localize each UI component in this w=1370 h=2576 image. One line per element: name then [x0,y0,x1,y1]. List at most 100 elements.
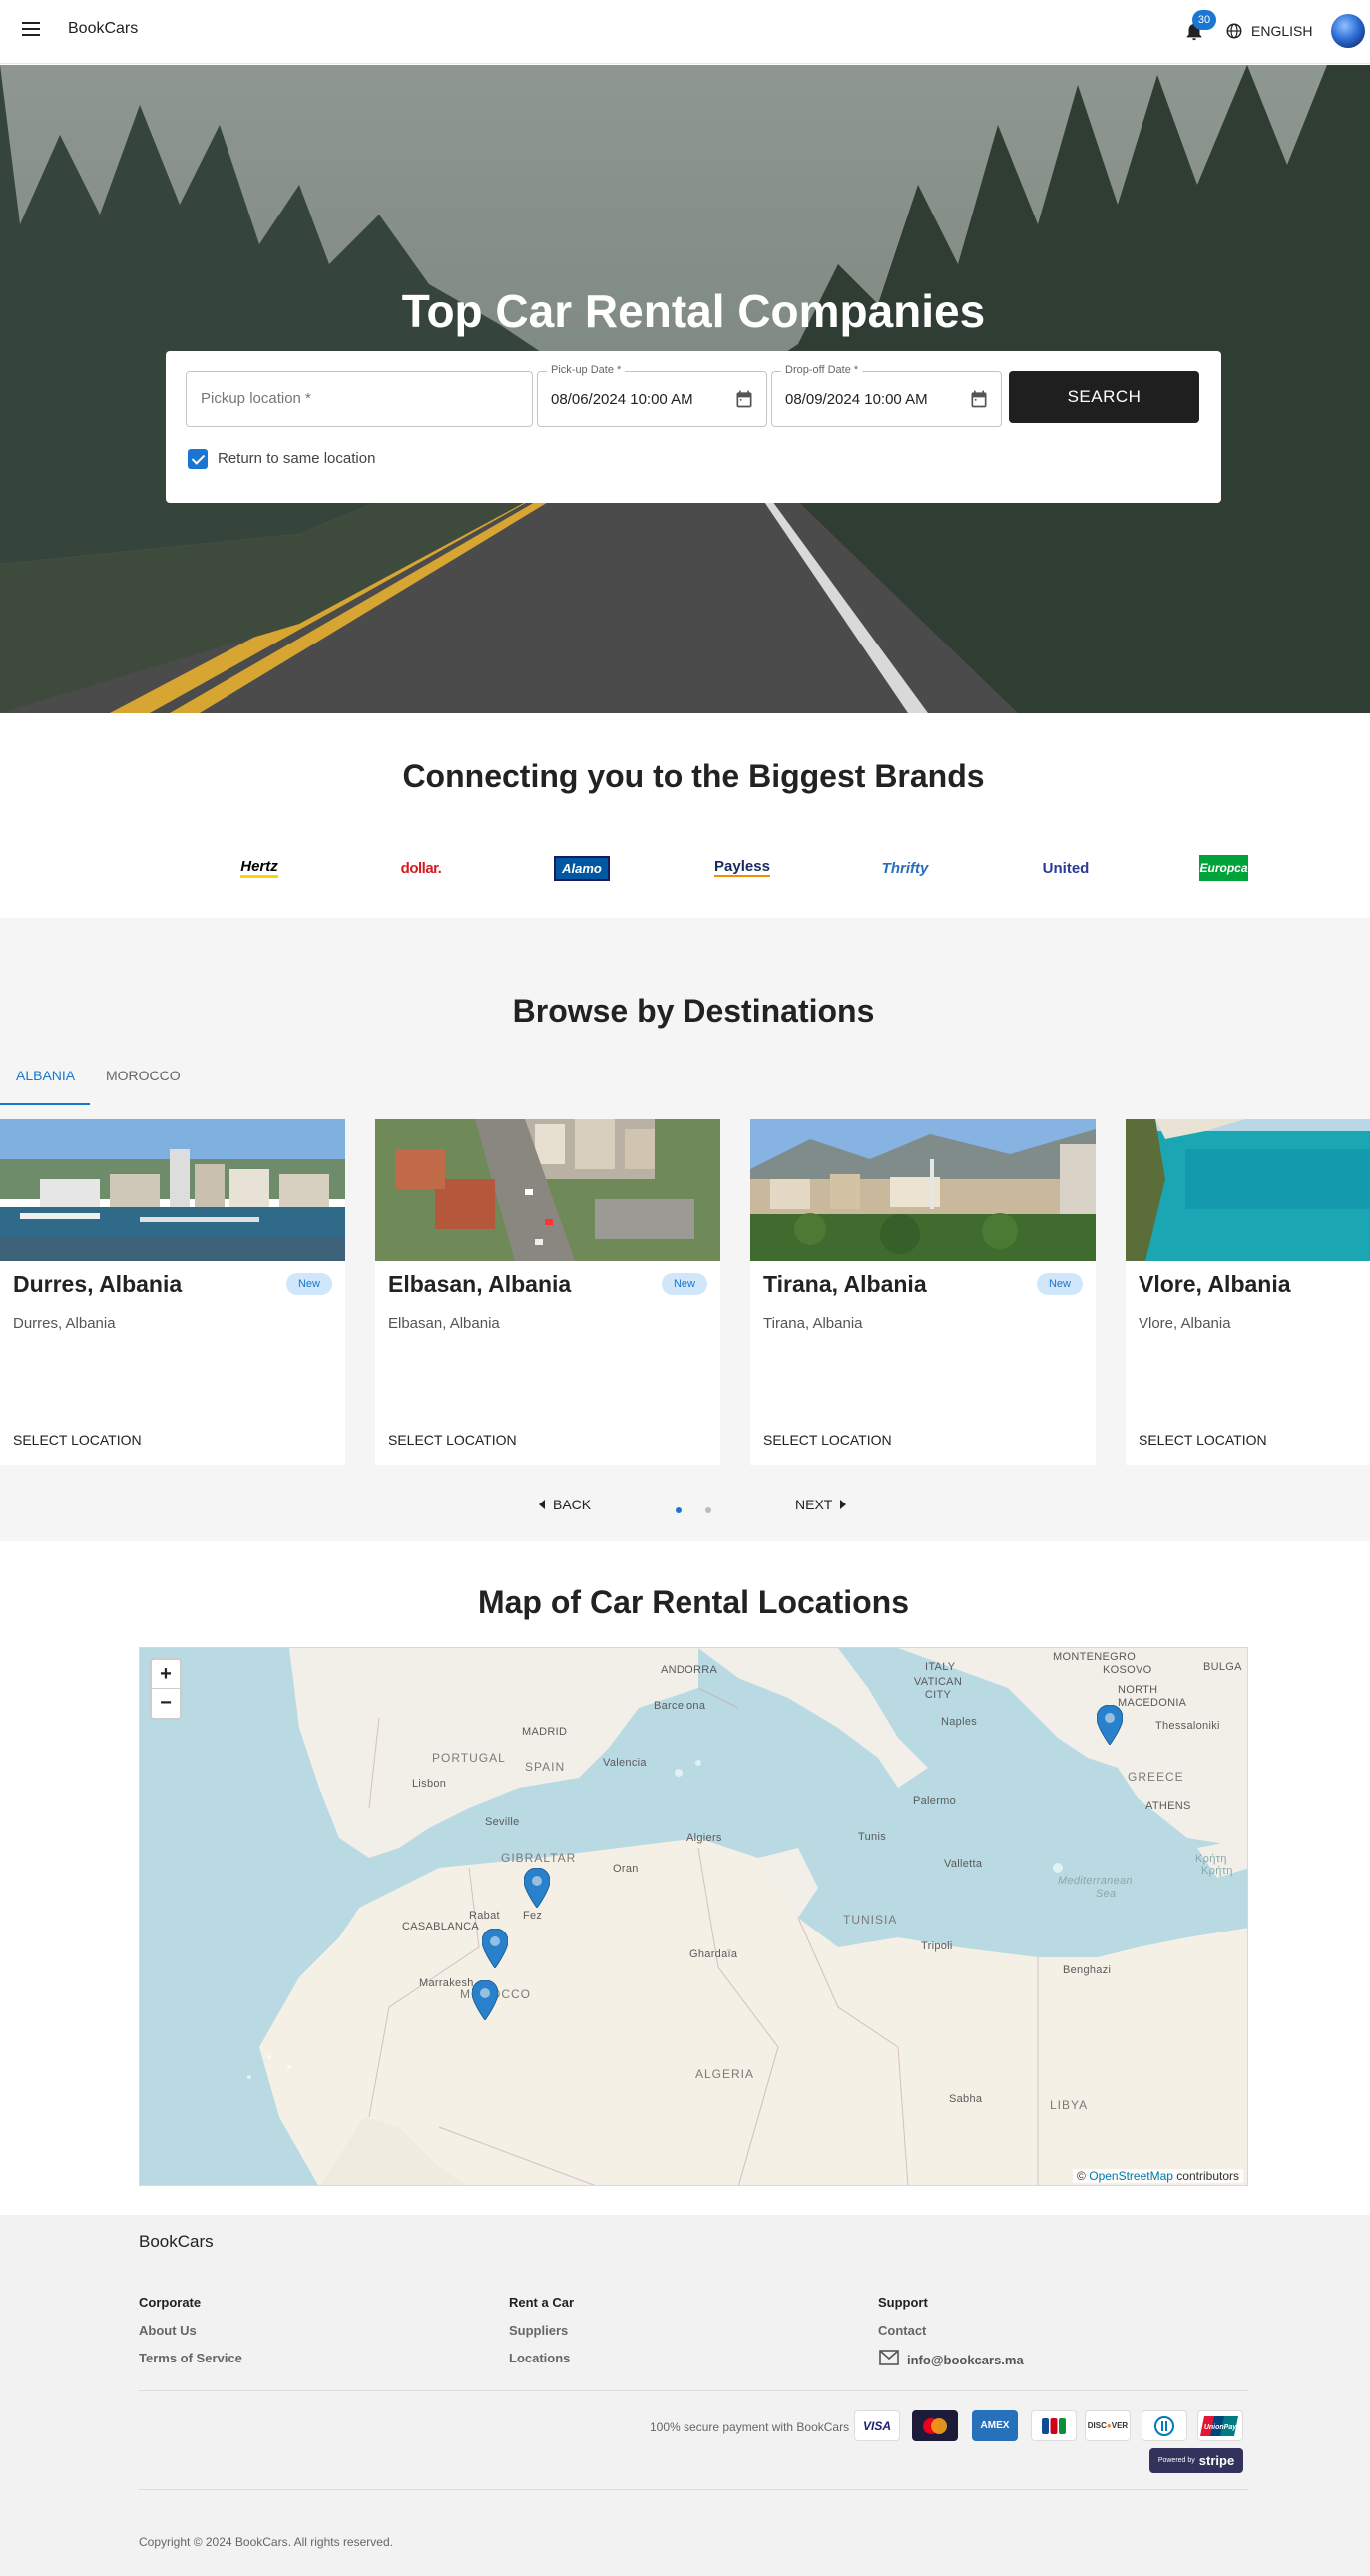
footer-divider [139,2489,1248,2490]
hero-banner: Top Car Rental Companies Pickup location… [0,65,1370,713]
pager-dot[interactable] [705,1507,711,1513]
card-subtitle: Durres, Albania [13,1315,116,1332]
map-label: GIBRALTAR [501,1851,577,1865]
pickup-location-input[interactable]: Pickup location * [186,371,533,427]
footer-link-locations[interactable]: Locations [509,2351,570,2365]
map-label: Barcelona [654,1700,706,1712]
destinations-title: Browse by Destinations [512,993,875,1029]
notification-count-badge: 30 [1192,10,1216,30]
map-label: Fez [523,1910,543,1922]
map-label: TUNISIA [843,1913,898,1927]
destination-card-vlore[interactable]: Vlore, Albania Vlore, Albania SELECT LOC… [1126,1119,1370,1465]
visa-icon: VISA [854,2410,900,2441]
map-label: Valencia [603,1757,647,1769]
footer-link-suppliers[interactable]: Suppliers [509,2323,568,2338]
calendar-icon[interactable] [969,389,989,409]
mail-icon [879,2350,899,2365]
secure-payment-text: 100% secure payment with BookCars [650,2420,850,2434]
footer-link-contact[interactable]: Contact [878,2323,926,2338]
map-label: Seville [485,1816,520,1828]
user-avatar[interactable] [1331,14,1365,48]
map-label: Palermo [913,1795,957,1807]
return-same-location-checkbox[interactable] [188,449,208,469]
card-title: Durres, Albania [13,1271,183,1297]
openstreetmap-link[interactable]: OpenStreetMap [1089,2169,1173,2183]
footer-link-terms[interactable]: Terms of Service [139,2351,242,2365]
map-label: Κρήτη [1201,1865,1233,1877]
new-badge: New [1036,1273,1083,1295]
brand-logo-alamo: Alamo [552,853,612,883]
chevron-right-icon [840,1500,847,1509]
map-label: Tunis [858,1831,886,1843]
footer-heading-rent-a-car: Rent a Car [509,2295,575,2310]
select-location-button[interactable]: SELECT LOCATION [763,1432,892,1448]
map-marker-icon[interactable] [524,1868,550,1908]
map-label: ITALY [925,1661,956,1673]
card-title: Tirana, Albania [763,1271,927,1297]
select-location-button[interactable]: SELECT LOCATION [388,1432,517,1448]
map-label: SPAIN [525,1760,566,1774]
select-location-button[interactable]: SELECT LOCATION [1139,1432,1267,1448]
footer-divider [139,2390,1248,2391]
card-title: Elbasan, Albania [388,1271,572,1297]
map-label: Tripoli [921,1940,953,1952]
destination-card-elbasan[interactable]: Elbasan, Albania New Elbasan, Albania SE… [375,1119,720,1465]
rental-locations-map[interactable]: + − MONTENEGRO KOSOVO BULGA ITALY VATICA… [139,1647,1248,2186]
brand-logo-thrifty: Thrifty [881,859,929,877]
zoom-in-button[interactable]: + [152,1660,180,1689]
next-button[interactable]: NEXT [795,1497,847,1512]
back-button[interactable]: BACK [539,1497,591,1512]
destination-card-durres[interactable]: Durres, Albania New Durres, Albania SELE… [0,1119,345,1465]
card-subtitle: Vlore, Albania [1139,1315,1231,1332]
brand-name[interactable]: BookCars [68,20,138,38]
map-label: Naples [941,1716,978,1728]
card-subtitle: Tirana, Albania [763,1315,863,1332]
zoom-out-button[interactable]: − [152,1689,180,1718]
brand-logo-united: United [1042,859,1090,877]
hamburger-menu-icon[interactable] [22,22,40,40]
footer-brand: BookCars [139,2232,214,2251]
map-marker-icon[interactable] [472,1980,498,2020]
search-button[interactable]: SEARCH [1009,371,1199,423]
hero-title: Top Car Rental Companies [401,285,986,337]
diners-club-icon [1142,2410,1187,2441]
select-location-button[interactable]: SELECT LOCATION [13,1432,142,1448]
map-label: Algiers [686,1832,722,1844]
map-label: Sabha [949,2093,983,2105]
svg-text:UnionPay: UnionPay [1204,2424,1237,2431]
new-badge: New [661,1273,707,1295]
dropoff-date-field[interactable]: Drop-off Date * 08/09/2024 10:00 AM [771,364,1002,427]
footer-link-about-us[interactable]: About Us [139,2323,197,2338]
map-label: CASABLANCA [402,1921,479,1932]
pickup-date-label: Pick-up Date * [547,364,626,376]
copyright-text: Copyright © 2024 BookCars. All rights re… [139,2535,393,2549]
map-label: Mediterranean [1058,1875,1133,1887]
map-label: Κρήτη [1195,1853,1227,1865]
calendar-icon[interactable] [734,389,754,409]
pager-dot-active[interactable] [676,1507,682,1513]
brands-title: Connecting you to the Biggest Brands [402,758,985,794]
destination-card-tirana[interactable]: Tirana, Albania New Tirana, Albania SELE… [750,1119,1096,1465]
return-same-location-label: Return to same location [218,450,376,467]
map-label: NORTH MACEDONIA [1118,1684,1187,1709]
powered-by-stripe-badge: Powered by stripe [1149,2448,1243,2473]
map-label: Thessaloniki [1155,1720,1220,1732]
map-label: KOSOVO [1103,1664,1152,1676]
map-label: MADRID [522,1726,568,1738]
pickup-date-field[interactable]: Pick-up Date * 08/06/2024 10:00 AM [537,364,767,427]
brand-logo-dollar: dollar. [400,859,442,877]
map-label: MONTENEGRO [1053,1651,1137,1663]
zoom-control: + − [150,1658,182,1720]
footer-email-link[interactable]: info@bookcars.ma [907,2353,1024,2367]
map-marker-icon[interactable] [1097,1705,1123,1745]
tab-albania[interactable]: ALBANIA [16,1068,75,1083]
tab-morocco[interactable]: MOROCCO [106,1068,181,1083]
amex-icon: AMEX [972,2410,1018,2441]
map-marker-icon[interactable] [482,1929,508,1968]
language-selector[interactable]: ENGLISH [1225,20,1312,42]
discover-icon: DISC ● VER [1085,2410,1131,2441]
footer-heading-corporate: Corporate [139,2295,202,2310]
map-attribution: © OpenStreetMap contributors [1073,2169,1243,2183]
card-subtitle: Elbasan, Albania [388,1315,500,1332]
jcb-icon [1031,2410,1077,2441]
